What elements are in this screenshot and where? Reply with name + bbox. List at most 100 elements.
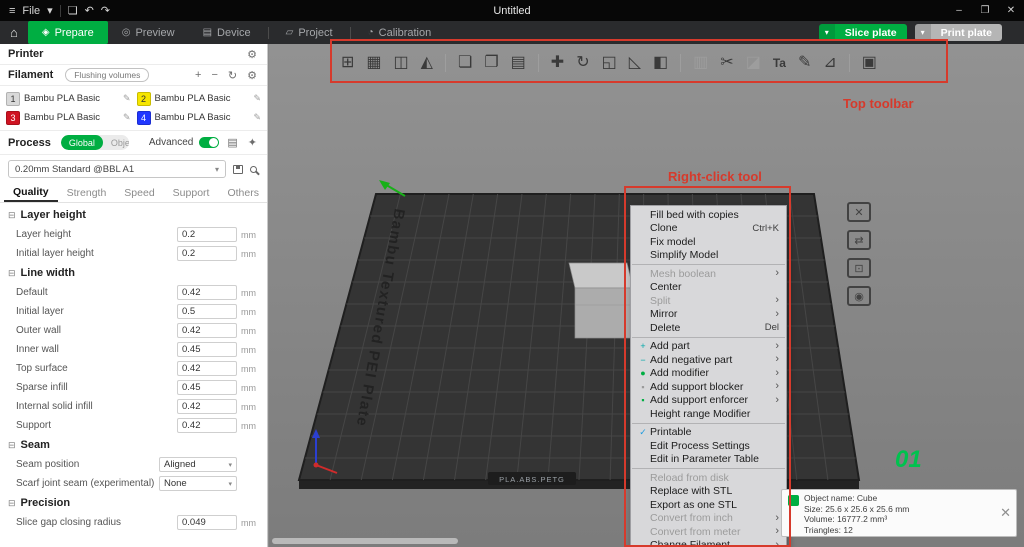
paste-icon[interactable]: ❐ bbox=[484, 55, 498, 71]
menu-item-add-support-blocker[interactable]: ▪Add support blocker› bbox=[631, 380, 786, 394]
menu-item-mirror[interactable]: Mirror› bbox=[631, 308, 786, 322]
filament-edit-icon[interactable]: ✎ bbox=[123, 93, 131, 104]
process-objects-tab[interactable]: Objects bbox=[103, 135, 129, 150]
flushing-volumes-button[interactable]: Flushing volumes bbox=[65, 68, 149, 82]
param-input-outer-wall[interactable] bbox=[177, 323, 237, 338]
section-header-line-width[interactable]: ⊟Line width bbox=[0, 263, 267, 283]
menu-item-add-part[interactable]: +Add part› bbox=[631, 340, 786, 354]
menu-item-center[interactable]: Center bbox=[631, 281, 786, 295]
param-input-slice-gap-closing-radius[interactable] bbox=[177, 515, 237, 530]
filament-color-swatch[interactable]: 1 bbox=[6, 92, 20, 106]
lock-plate-icon[interactable]: ⊡ bbox=[847, 258, 871, 278]
plate-settings-icon[interactable]: ◉ bbox=[847, 286, 871, 306]
parameter-table-icon[interactable]: ▤ bbox=[225, 136, 239, 149]
add-model-icon[interactable]: ⊞ bbox=[341, 55, 354, 71]
tab-project[interactable]: ▱Project bbox=[272, 21, 347, 44]
tab-device[interactable]: ▤Device bbox=[189, 21, 265, 44]
print-plate-button[interactable]: ▾ Print plate bbox=[915, 24, 1002, 41]
collapse-icon[interactable]: ⊟ bbox=[8, 268, 16, 279]
param-input-sparse-infill[interactable] bbox=[177, 380, 237, 395]
menu-item-mesh-boolean[interactable]: Mesh boolean› bbox=[631, 267, 786, 281]
search-preset-icon[interactable] bbox=[250, 166, 257, 173]
param-select-scarf-joint-seam-experimental[interactable]: None▾ bbox=[159, 476, 237, 491]
menu-item-delete[interactable]: DeleteDel bbox=[631, 321, 786, 335]
home-icon[interactable]: ⌂ bbox=[0, 25, 28, 40]
menu-item-convert-from-meter[interactable]: Convert from meter› bbox=[631, 525, 786, 539]
section-header-layer-height[interactable]: ⊟Layer height bbox=[0, 205, 267, 225]
param-input-support[interactable] bbox=[177, 418, 237, 433]
move-icon[interactable]: ✚ bbox=[551, 55, 564, 71]
object-list-icon[interactable]: ▤ bbox=[511, 55, 526, 71]
param-input-default[interactable] bbox=[177, 285, 237, 300]
slice-plate-button[interactable]: ▾ Slice plate bbox=[819, 24, 907, 41]
param-select-seam-position[interactable]: Aligned▾ bbox=[159, 457, 237, 472]
process-global-tab[interactable]: Global bbox=[61, 135, 103, 150]
add-filament-button[interactable]: + bbox=[193, 69, 203, 81]
tab-prepare[interactable]: ◈Prepare bbox=[28, 21, 108, 44]
copy-icon[interactable]: ❏ bbox=[458, 55, 472, 71]
chevron-down-icon[interactable]: ▾ bbox=[47, 4, 53, 17]
viewport-3d[interactable]: Bambu Textured PEI PlatePLA.ABS.PETG01 ⊞… bbox=[269, 44, 1024, 547]
menu-item-change-filament[interactable]: Change Filament› bbox=[631, 539, 786, 547]
menu-item-edit-process-settings[interactable]: Edit Process Settings bbox=[631, 439, 786, 453]
place-on-face-icon[interactable]: ◺ bbox=[629, 55, 641, 71]
param-input-initial-layer-height[interactable] bbox=[177, 246, 237, 261]
app-menu-icon[interactable]: ≡ bbox=[9, 5, 15, 17]
file-menu[interactable]: File bbox=[22, 5, 40, 17]
menu-item-export-as-one-stl[interactable]: Export as one STL bbox=[631, 498, 786, 512]
tab-calibration[interactable]: ◔Calibration bbox=[354, 21, 446, 44]
maximize-button[interactable]: ❐ bbox=[972, 0, 998, 21]
tab-quality[interactable]: Quality bbox=[4, 183, 58, 202]
filament-edit-icon[interactable]: ✎ bbox=[253, 112, 261, 123]
slice-options-chevron-icon[interactable]: ▾ bbox=[819, 24, 835, 41]
tab-strength[interactable]: Strength bbox=[58, 183, 116, 202]
section-header-precision[interactable]: ⊟Precision bbox=[0, 493, 267, 513]
menu-item-printable[interactable]: ✓Printable bbox=[631, 426, 786, 440]
filament-color-swatch[interactable]: 4 bbox=[137, 111, 151, 125]
filament-edit-icon[interactable]: ✎ bbox=[123, 112, 131, 123]
filament-settings-gear-icon[interactable]: ⚙ bbox=[245, 69, 259, 82]
menu-item-replace-with-stl[interactable]: Replace with STL bbox=[631, 485, 786, 499]
collapse-icon[interactable]: ⊟ bbox=[8, 498, 16, 509]
collapse-icon[interactable]: ⊟ bbox=[8, 210, 16, 221]
menu-item-add-support-enforcer[interactable]: ▪Add support enforcer› bbox=[631, 394, 786, 408]
menu-item-height-range-modifier[interactable]: Height range Modifier bbox=[631, 407, 786, 421]
filament-slot-3[interactable]: 3Bambu PLA Basic✎ bbox=[6, 109, 131, 126]
advanced-toggle[interactable] bbox=[199, 137, 219, 148]
process-preset-dropdown[interactable]: 0.20mm Standard @BBL A1 ▾ bbox=[8, 160, 226, 178]
menu-item-fix-model[interactable]: Fix model bbox=[631, 235, 786, 249]
filament-slot-2[interactable]: 2Bambu PLA Basic✎ bbox=[137, 90, 262, 107]
save-preset-icon[interactable] bbox=[233, 165, 243, 174]
section-header-seam[interactable]: ⊟Seam bbox=[0, 435, 267, 455]
menu-item-split[interactable]: Split› bbox=[631, 294, 786, 308]
filament-slot-1[interactable]: 1Bambu PLA Basic✎ bbox=[6, 90, 131, 107]
split-object-icon[interactable]: ◧ bbox=[653, 55, 668, 71]
variable-layer-height-icon[interactable]: ▥ bbox=[693, 55, 708, 71]
print-options-chevron-icon[interactable]: ▾ bbox=[915, 24, 931, 41]
rotate-icon[interactable]: ↻ bbox=[576, 55, 589, 71]
tab-preview[interactable]: ◎Preview bbox=[108, 21, 189, 44]
menu-item-reload-from-disk[interactable]: Reload from disk bbox=[631, 471, 786, 485]
param-input-top-surface[interactable] bbox=[177, 361, 237, 376]
filament-color-swatch[interactable]: 3 bbox=[6, 111, 20, 125]
auto-arrange-icon[interactable]: ◫ bbox=[394, 55, 409, 71]
add-plate-icon[interactable]: ▦ bbox=[366, 55, 381, 71]
auto-orient-icon[interactable]: ◭ bbox=[421, 55, 433, 71]
new-project-icon[interactable]: ❏ bbox=[68, 4, 78, 17]
delete-plate-icon[interactable]: ✕ bbox=[847, 202, 871, 222]
scale-icon[interactable]: ◱ bbox=[602, 55, 617, 71]
redo-icon[interactable]: ↷ bbox=[101, 4, 110, 17]
printer-settings-gear-icon[interactable]: ⚙ bbox=[245, 48, 259, 61]
sync-filament-icon[interactable]: ↻ bbox=[226, 69, 239, 82]
menu-item-fill-bed-with-copies[interactable]: Fill bed with copies bbox=[631, 208, 786, 222]
menu-item-add-negative-part[interactable]: −Add negative part› bbox=[631, 353, 786, 367]
filament-slot-4[interactable]: 4Bambu PLA Basic✎ bbox=[137, 109, 262, 126]
param-input-inner-wall[interactable] bbox=[177, 342, 237, 357]
menu-item-convert-from-inch[interactable]: Convert from inch› bbox=[631, 512, 786, 526]
undo-icon[interactable]: ↶ bbox=[85, 4, 94, 17]
menu-item-clone[interactable]: CloneCtrl+K bbox=[631, 222, 786, 236]
remove-filament-button[interactable]: − bbox=[209, 69, 219, 81]
measure-tool-icon[interactable]: ⊿ bbox=[823, 55, 836, 71]
paint-tool-icon[interactable]: ✎ bbox=[798, 55, 811, 71]
menu-item-edit-in-parameter-table[interactable]: Edit in Parameter Table bbox=[631, 453, 786, 467]
